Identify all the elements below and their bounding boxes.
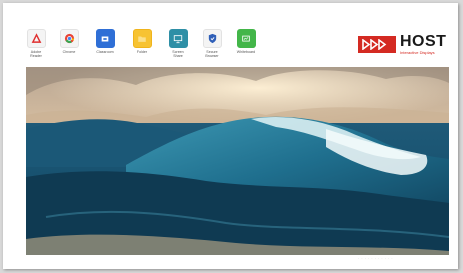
pdf-icon: [26, 29, 46, 48]
screen-share-icon: [168, 29, 188, 48]
app-label: Secure Browser: [205, 50, 219, 58]
app-secure-browser[interactable]: Secure Browser: [199, 29, 225, 58]
desktop-frame: Adobe Reader Chrome Classroom Folder Scr…: [3, 3, 458, 269]
logo-mark-icon: [358, 36, 396, 53]
app-adobe-reader[interactable]: Adobe Reader: [23, 29, 49, 58]
shield-icon: [202, 29, 222, 48]
app-whiteboard[interactable]: Whiteboard: [233, 29, 259, 54]
app-classroom[interactable]: Classroom: [92, 29, 118, 54]
folder-icon: [132, 29, 152, 48]
app-label: Screen Share: [172, 50, 184, 58]
logo-tagline: Interactive Displays: [400, 50, 435, 55]
app-label: Chrome: [62, 50, 76, 54]
app-label: Whiteboard: [236, 50, 256, 54]
app-chrome[interactable]: Chrome: [56, 29, 82, 54]
hero-wave-image: [26, 67, 449, 255]
chrome-icon: [59, 29, 79, 48]
app-label: Adobe Reader: [30, 50, 42, 58]
footer-caption: · · · · · · · · · · ·: [358, 257, 394, 261]
classroom-icon: [95, 29, 115, 48]
app-label: Classroom: [96, 50, 114, 54]
logo-wordmark: HOST: [400, 33, 447, 50]
app-folder[interactable]: Folder: [129, 29, 155, 54]
app-label: Folder: [136, 50, 148, 54]
brand-logo: HOST Interactive Displays: [358, 33, 448, 57]
app-screen-share[interactable]: Screen Share: [165, 29, 191, 58]
whiteboard-icon: [236, 29, 256, 48]
